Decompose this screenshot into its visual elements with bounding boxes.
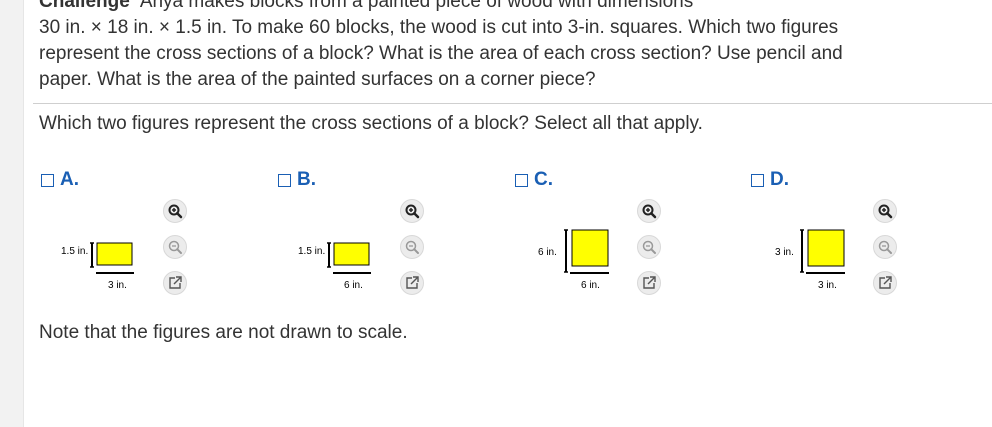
option-b-popout-button[interactable] bbox=[400, 271, 424, 295]
option-d-width-label: 3 in. bbox=[818, 280, 837, 291]
option-b-select[interactable]: B. bbox=[276, 168, 316, 192]
problem-statement: Challenge Anya makes blocks from a painte… bbox=[39, 0, 979, 93]
option-a-popout-button[interactable] bbox=[163, 271, 187, 295]
question-prompt: Which two figures represent the cross se… bbox=[39, 113, 703, 134]
option-c-width-label: 6 in. bbox=[581, 280, 600, 291]
option-a-select[interactable]: A. bbox=[39, 168, 79, 192]
scale-note: Note that the figures are not drawn to s… bbox=[39, 322, 408, 343]
option-c-zoom-out-button[interactable] bbox=[637, 235, 661, 259]
option-a-tools bbox=[163, 199, 189, 299]
option-c-tools bbox=[637, 199, 663, 299]
option-c-square bbox=[571, 229, 609, 267]
problem-line-2: 30 in. × 18 in. × 1.5 in. To make 60 blo… bbox=[39, 17, 839, 38]
zoom-in-icon bbox=[405, 204, 420, 219]
option-a-checkbox[interactable] bbox=[41, 173, 54, 187]
option-d-tools bbox=[873, 199, 899, 299]
zoom-in-icon bbox=[642, 204, 657, 219]
zoom-in-icon bbox=[878, 204, 893, 219]
option-d-popout-button[interactable] bbox=[873, 271, 897, 295]
option-b-letter: B. bbox=[297, 169, 316, 190]
option-a: A. 1.5 in. 3 in. bbox=[39, 168, 275, 308]
option-b-width-label: 6 in. bbox=[344, 280, 363, 291]
option-c-height-label: 6 in. bbox=[538, 247, 557, 258]
zoom-in-icon bbox=[168, 204, 183, 219]
problem-line-1-text: Anya makes blocks from a painted piece o… bbox=[139, 0, 694, 12]
problem-line-3: represent the cross sections of a block?… bbox=[39, 43, 843, 64]
option-a-width-label: 3 in. bbox=[108, 280, 127, 291]
option-b-rectangle bbox=[333, 242, 370, 266]
problem-line-4: paper. What is the area of the painted s… bbox=[39, 69, 596, 90]
option-c: C. 6 in. 6 in. bbox=[513, 168, 749, 308]
option-b-zoom-out-button[interactable] bbox=[400, 235, 424, 259]
problem-line-1: Challenge Anya makes blocks from a painte… bbox=[39, 0, 979, 15]
option-c-figure: 6 in. 6 in. bbox=[513, 226, 623, 296]
left-gutter bbox=[0, 0, 24, 427]
option-d-height-label: 3 in. bbox=[775, 247, 794, 258]
option-c-popout-button[interactable] bbox=[637, 271, 661, 295]
option-d-zoom-in-button[interactable] bbox=[873, 199, 897, 223]
option-d-letter: D. bbox=[770, 169, 789, 190]
option-b-height-label: 1.5 in. bbox=[298, 246, 325, 257]
option-b-checkbox[interactable] bbox=[278, 173, 291, 187]
option-d-zoom-out-button[interactable] bbox=[873, 235, 897, 259]
option-c-select[interactable]: C. bbox=[513, 168, 553, 192]
option-b-tools bbox=[400, 199, 426, 299]
zoom-out-icon bbox=[642, 240, 656, 254]
zoom-out-icon bbox=[168, 240, 182, 254]
popout-icon bbox=[643, 276, 656, 289]
option-d-figure: 3 in. 3 in. bbox=[749, 226, 859, 296]
option-b: B. 1.5 in. 6 in. bbox=[276, 168, 512, 308]
zoom-out-icon bbox=[878, 240, 892, 254]
option-a-zoom-out-button[interactable] bbox=[163, 235, 187, 259]
option-d-select[interactable]: D. bbox=[749, 168, 789, 192]
option-c-letter: C. bbox=[534, 169, 553, 190]
option-c-zoom-in-button[interactable] bbox=[637, 199, 661, 223]
option-d-checkbox[interactable] bbox=[751, 173, 764, 187]
page: Challenge Anya makes blocks from a painte… bbox=[0, 0, 992, 427]
option-a-zoom-in-button[interactable] bbox=[163, 199, 187, 223]
option-a-letter: A. bbox=[60, 169, 79, 190]
option-d-square bbox=[807, 229, 845, 267]
challenge-label: Challenge bbox=[39, 0, 130, 12]
zoom-out-icon bbox=[405, 240, 419, 254]
option-a-figure: 1.5 in. 3 in. bbox=[39, 226, 149, 296]
option-d: D. 3 in. 3 in. bbox=[749, 168, 985, 308]
popout-icon bbox=[406, 276, 419, 289]
option-a-height-label: 1.5 in. bbox=[61, 246, 88, 257]
popout-icon bbox=[169, 276, 182, 289]
option-c-checkbox[interactable] bbox=[515, 173, 528, 187]
option-b-zoom-in-button[interactable] bbox=[400, 199, 424, 223]
option-b-figure: 1.5 in. 6 in. bbox=[276, 226, 386, 296]
option-a-rectangle bbox=[96, 242, 133, 266]
divider bbox=[33, 103, 992, 104]
popout-icon bbox=[879, 276, 892, 289]
